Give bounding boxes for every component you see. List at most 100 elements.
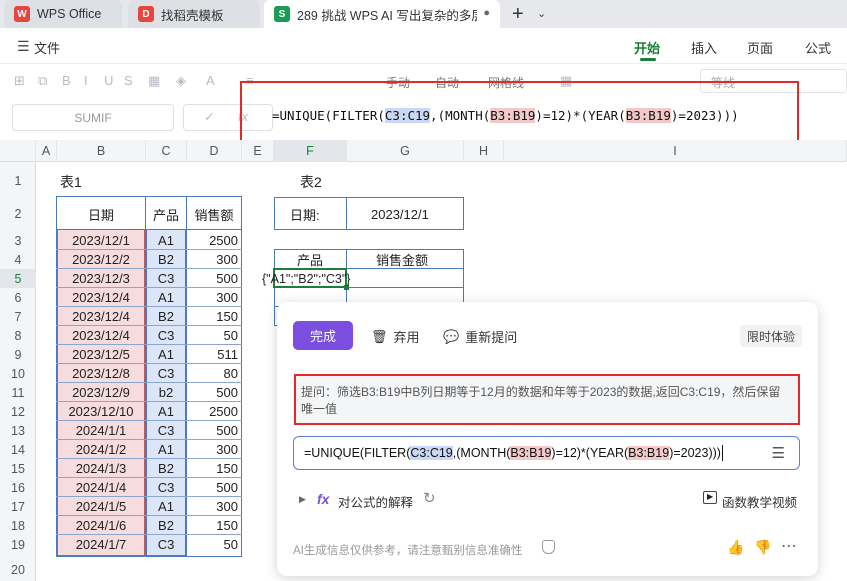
table1-cell-sales[interactable]: 2500 bbox=[187, 402, 241, 421]
table1-cell-product[interactable]: A1 bbox=[146, 497, 186, 516]
table1-cell-product[interactable]: C3 bbox=[146, 364, 186, 383]
col-header-a[interactable]: A bbox=[36, 140, 57, 162]
row-header[interactable]: 7 bbox=[0, 307, 36, 326]
name-box[interactable]: SUMIF bbox=[12, 104, 174, 131]
table1-cell-date[interactable]: 2023/12/9 bbox=[57, 383, 145, 402]
confirm-check-icon[interactable]: ✓ bbox=[204, 109, 215, 125]
table1-cell-product[interactable]: B2 bbox=[146, 516, 186, 535]
table1-cell-product[interactable]: A1 bbox=[146, 231, 186, 250]
paste-icon[interactable]: ⧉ bbox=[38, 73, 47, 89]
refresh-icon[interactable]: ↻ bbox=[423, 489, 436, 507]
table1-cell-date[interactable]: 2023/12/5 bbox=[57, 345, 145, 364]
table1-cell-date[interactable]: 2024/1/1 bbox=[57, 421, 145, 440]
col-header-g[interactable]: G bbox=[347, 140, 464, 162]
discard-button[interactable]: 🗑 弃用 bbox=[371, 327, 420, 346]
table1-cell-date[interactable]: 2024/1/2 bbox=[57, 440, 145, 459]
table1-cell-product[interactable]: A1 bbox=[146, 288, 186, 307]
table1-cell-date[interactable]: 2023/12/2 bbox=[57, 250, 145, 269]
table1-cell-product[interactable]: C3 bbox=[146, 478, 186, 497]
formula-explanation-link[interactable]: 对公式的解释 bbox=[338, 492, 413, 511]
col-header-c[interactable]: C bbox=[146, 140, 187, 162]
settings-sliders-icon[interactable]: ☰ bbox=[772, 444, 785, 462]
table1-cell-sales[interactable]: 150 bbox=[187, 459, 241, 478]
col-header-h[interactable]: H bbox=[464, 140, 504, 162]
table1-cell-date[interactable]: 2024/1/7 bbox=[57, 535, 145, 554]
expand-triangle-icon[interactable]: ▶ bbox=[299, 494, 306, 505]
row-header[interactable]: 16 bbox=[0, 478, 36, 497]
col-header-e[interactable]: E bbox=[242, 140, 274, 162]
table1-cell-sales[interactable]: 500 bbox=[187, 269, 241, 288]
row-header[interactable]: 10 bbox=[0, 364, 36, 383]
row-header[interactable]: 2 bbox=[0, 204, 36, 223]
table1-cell-sales[interactable]: 300 bbox=[187, 440, 241, 459]
table1-cell-product[interactable]: b2 bbox=[146, 383, 186, 402]
italic-icon[interactable]: I bbox=[84, 73, 88, 88]
tab-wps-office[interactable]: W WPS Office bbox=[4, 0, 122, 28]
table1-cell-date[interactable]: 2023/12/10 bbox=[57, 402, 145, 421]
hamburger-menu-icon[interactable]: ☰ bbox=[17, 38, 30, 55]
table1-cell-sales[interactable]: 300 bbox=[187, 250, 241, 269]
new-tab-plus-icon[interactable]: + bbox=[512, 3, 524, 26]
row-header[interactable]: 15 bbox=[0, 459, 36, 478]
row-header[interactable]: 8 bbox=[0, 326, 36, 345]
row-header[interactable]: 4 bbox=[0, 250, 36, 269]
thumbs-up-icon[interactable]: 👍 bbox=[727, 539, 744, 556]
table1-cell-product[interactable]: C3 bbox=[146, 421, 186, 440]
table1-cell-sales[interactable]: 511 bbox=[187, 345, 241, 364]
table1-cell-date[interactable]: 2023/12/8 bbox=[57, 364, 145, 383]
table1-cell-sales[interactable]: 80 bbox=[187, 364, 241, 383]
table1-cell-date[interactable]: 2023/12/4 bbox=[57, 288, 145, 307]
table1-cell-date[interactable]: 2023/12/4 bbox=[57, 307, 145, 326]
table1-cell-sales[interactable]: 2500 bbox=[187, 231, 241, 250]
table1-cell-sales[interactable]: 500 bbox=[187, 478, 241, 497]
row-header[interactable]: 13 bbox=[0, 421, 36, 440]
table1-cell-date[interactable]: 2024/1/6 bbox=[57, 516, 145, 535]
fill-color-icon[interactable]: ◈ bbox=[176, 73, 186, 89]
row-header[interactable]: 17 bbox=[0, 497, 36, 516]
table1-cell-sales[interactable]: 300 bbox=[187, 497, 241, 516]
table1-cell-product[interactable]: C3 bbox=[146, 535, 186, 554]
close-tab-icon[interactable]: ● bbox=[483, 7, 490, 19]
table1-cell-sales[interactable]: 50 bbox=[187, 535, 241, 554]
row-header[interactable]: 1 bbox=[0, 171, 36, 190]
row-header[interactable]: 18 bbox=[0, 516, 36, 535]
font-color-icon[interactable]: A bbox=[206, 73, 215, 88]
table1-cell-sales[interactable]: 500 bbox=[187, 421, 241, 440]
row-header[interactable]: 5 bbox=[0, 269, 36, 288]
tab-docer-templates[interactable]: D 找稻壳模板 bbox=[128, 0, 260, 28]
function-video-link[interactable]: 函数教学视频 bbox=[722, 492, 797, 511]
table1-cell-date[interactable]: 2023/12/4 bbox=[57, 326, 145, 345]
table1-cell-sales[interactable]: 50 bbox=[187, 326, 241, 345]
table1-cell-sales[interactable]: 300 bbox=[187, 288, 241, 307]
menu-tab-formula[interactable]: 公式 bbox=[805, 38, 831, 57]
table1-cell-sales[interactable]: 150 bbox=[187, 516, 241, 535]
table1-cell-date[interactable]: 2024/1/3 bbox=[57, 459, 145, 478]
border-icon[interactable]: ▦ bbox=[148, 73, 160, 89]
row-header[interactable]: 14 bbox=[0, 440, 36, 459]
table1-cell-product[interactable]: A1 bbox=[146, 345, 186, 364]
col-header-f[interactable]: F bbox=[274, 140, 347, 162]
table1-cell-sales[interactable]: 150 bbox=[187, 307, 241, 326]
chevron-down-icon[interactable]: ⌄ bbox=[537, 7, 546, 20]
more-options-icon[interactable]: ⋯ bbox=[781, 536, 797, 556]
select-all-corner[interactable] bbox=[0, 140, 36, 162]
ai-formula-field[interactable]: =UNIQUE(FILTER(C3:C19 ,(MONTH(B3:B19)=12)… bbox=[293, 436, 800, 470]
col-header-d[interactable]: D bbox=[187, 140, 242, 162]
reask-button[interactable]: 💬 重新提问 bbox=[443, 327, 517, 346]
table1-cell-date[interactable]: 2024/1/5 bbox=[57, 497, 145, 516]
menu-tab-insert[interactable]: 插入 bbox=[691, 38, 717, 57]
table1-cell-sales[interactable]: 500 bbox=[187, 383, 241, 402]
bold-icon[interactable]: B bbox=[62, 73, 71, 88]
table1-cell-product[interactable]: B2 bbox=[146, 459, 186, 478]
row-header[interactable]: 19 bbox=[0, 535, 36, 554]
table1-cell-product[interactable]: B2 bbox=[146, 307, 186, 326]
table1-cell-date[interactable]: 2023/12/3 bbox=[57, 269, 145, 288]
table1-cell-date[interactable]: 2023/12/1 bbox=[57, 231, 145, 250]
table1-cell-product[interactable]: A1 bbox=[146, 402, 186, 421]
strikethrough-icon[interactable]: S bbox=[124, 73, 133, 88]
menu-tab-page[interactable]: 页面 bbox=[747, 38, 773, 57]
row-header[interactable]: 12 bbox=[0, 402, 36, 421]
row-header[interactable]: 20 bbox=[0, 560, 36, 579]
table1-cell-product[interactable]: C3 bbox=[146, 326, 186, 345]
table1-cell-product[interactable]: B2 bbox=[146, 250, 186, 269]
